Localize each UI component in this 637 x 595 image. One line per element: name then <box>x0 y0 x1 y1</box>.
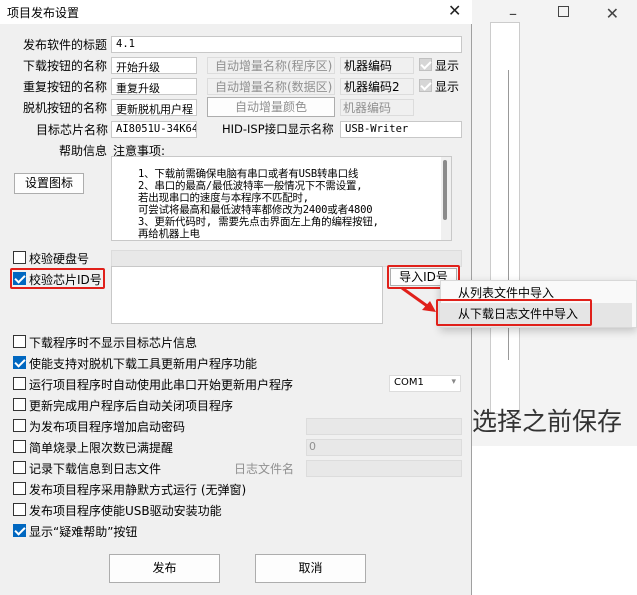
password-input[interactable] <box>306 418 462 435</box>
option-checkbox-7[interactable] <box>13 482 26 495</box>
option-checkbox-8[interactable] <box>13 503 26 516</box>
option-label: 显示“疑难帮助”按钮 <box>29 525 138 539</box>
log-file-label: 日志文件名 <box>234 462 295 476</box>
com-port-value: COM1 <box>394 377 424 388</box>
verify-chip-id-checkbox[interactable] <box>13 272 26 285</box>
dialog-titlebar: 项目发布设置 ✕ <box>0 0 472 24</box>
chevron-down-icon: ▾ <box>451 377 456 387</box>
chip-id-list[interactable] <box>111 266 383 324</box>
log-file-input[interactable] <box>306 460 462 477</box>
help-text-area[interactable]: 1、下载前需确保电脑有串口或者有USB转串口线 2、串口的最高/最低波特率一般情… <box>111 156 452 241</box>
option-checkbox-2[interactable] <box>13 377 26 390</box>
software-title-input[interactable]: 4.1 <box>111 36 462 53</box>
verify-disk-label: 校验硬盘号 <box>29 252 90 266</box>
auto-increment-data-label: 自动增量名称(数据区) <box>215 80 333 94</box>
red-arrow-icon <box>401 286 436 312</box>
option-checkbox-1[interactable] <box>13 356 26 369</box>
option-label: 更新完成用户程序后自动关闭项目程序 <box>29 399 234 413</box>
maximize-icon[interactable] <box>558 6 569 17</box>
option-label: 发布项目程序采用静默方式运行 (无弹窗) <box>29 483 247 497</box>
minimize-icon[interactable]: – <box>509 4 517 23</box>
cancel-button[interactable]: 取消 <box>255 554 366 583</box>
option-checkbox-6[interactable] <box>13 461 26 474</box>
count-value: 0 <box>309 440 316 453</box>
retry-button-name-input[interactable]: 重复升级 <box>111 78 197 95</box>
verify-chip-id-label: 校验芯片ID号 <box>29 273 102 287</box>
com-port-select[interactable]: COM1 ▾ <box>389 375 461 392</box>
target-chip-label: 目标芯片名称 <box>36 123 109 137</box>
verify-disk-checkbox[interactable] <box>13 251 26 264</box>
set-icon-button[interactable]: 设置图标 <box>14 173 84 194</box>
hid-isp-name-label: HID-ISP接口显示名称 <box>222 122 334 136</box>
option-label: 运行项目程序时自动使用此串口开始更新用户程序 <box>29 378 294 392</box>
option-checkbox-5[interactable] <box>13 440 26 453</box>
auto-increment-color-button[interactable]: 自动增量颜色 <box>207 97 335 117</box>
download-button-name-input[interactable]: 开始升级 <box>111 57 197 74</box>
download-button-name-label: 下载按钮的名称 <box>23 59 108 73</box>
option-label: 发布项目程序使能USB驱动安装功能 <box>29 504 222 518</box>
publish-button[interactable]: 发布 <box>109 554 220 583</box>
retry-button-name-label: 重复按钮的名称 <box>23 80 108 94</box>
help-info-label: 帮助信息 <box>59 144 108 158</box>
help-line: 再给机器上电 <box>138 228 200 240</box>
close-icon[interactable]: ✕ <box>448 1 461 20</box>
show-checkbox-1[interactable] <box>419 58 432 71</box>
target-chip-input[interactable]: AI8051U-34K64 <box>111 121 197 138</box>
machine-code-label: 机器编码 <box>344 59 393 73</box>
auto-increment-program-label: 自动增量名称(程序区) <box>215 59 333 73</box>
software-title-label: 发布软件的标题 <box>23 38 108 52</box>
option-label: 记录下载信息到日志文件 <box>29 462 162 476</box>
show-checkbox-2[interactable] <box>419 79 432 92</box>
show-label-2: 显示 <box>435 80 460 94</box>
option-label: 简单烧录上限次数已满提醒 <box>29 441 174 455</box>
option-checkbox-0[interactable] <box>13 335 26 348</box>
background-close-icon[interactable]: ✕ <box>606 4 619 23</box>
option-checkbox-3[interactable] <box>13 398 26 411</box>
option-label: 为发布项目程序增加启动密码 <box>29 420 186 434</box>
background-partial-text: 选择之前保存 <box>472 407 623 436</box>
option-label: 下载程序时不显示目标芯片信息 <box>29 336 198 350</box>
option-checkbox-4[interactable] <box>13 419 26 432</box>
show-label-1: 显示 <box>435 59 460 73</box>
hid-isp-name-input[interactable]: USB-Writer <box>340 121 462 138</box>
import-from-log-item[interactable]: 从下载日志文件中导入 <box>458 305 578 322</box>
option-label: 使能支持对脱机下载工具更新用户程序功能 <box>29 357 258 371</box>
count-input[interactable] <box>306 439 462 456</box>
background-content <box>472 446 637 595</box>
machine-code3-label: 机器编码 <box>343 101 392 115</box>
machine-code2-label: 机器编码2 <box>344 80 400 94</box>
offline-button-name-input[interactable]: 更新脱机用户程 <box>111 99 197 116</box>
help-scrollbar[interactable] <box>441 157 451 240</box>
offline-button-name-label: 脱机按钮的名称 <box>23 101 108 115</box>
dialog-title: 项目发布设置 <box>7 6 80 20</box>
option-checkbox-9[interactable] <box>13 524 26 537</box>
